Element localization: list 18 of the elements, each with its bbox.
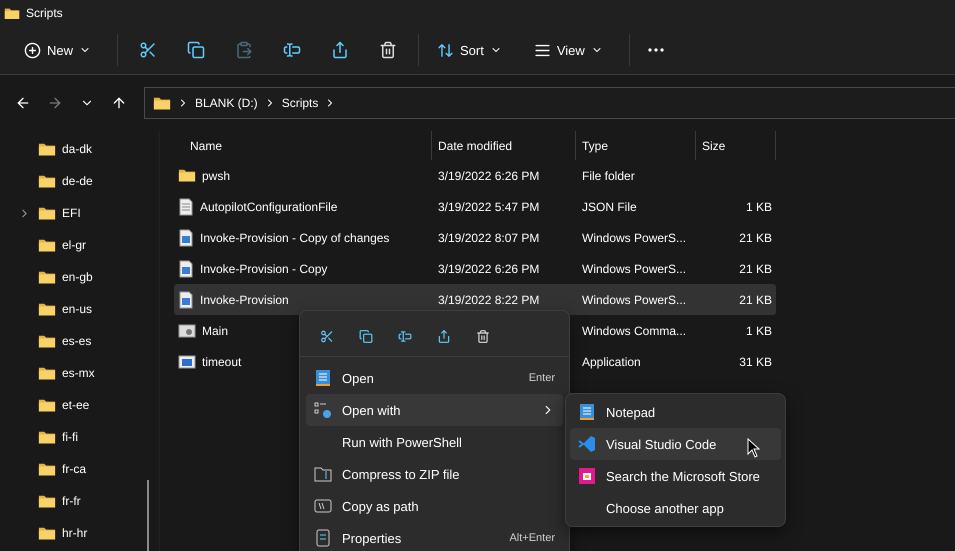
type-cell-text: Windows PowerS... — [581, 230, 688, 246]
date-cell-text: 3/19/2022 8:07 PM — [437, 230, 540, 246]
date-cell-text: 3/19/2022 6:26 PM — [437, 168, 540, 184]
size-cell-text: 1 KB — [744, 322, 773, 340]
size-cell-text: 31 KB — [738, 354, 773, 370]
type-cell: Windows PowerS... — [576, 284, 696, 315]
type-cell-text: Windows Comma... — [581, 322, 688, 340]
date-cell-text: 3/19/2022 6:26 PM — [437, 260, 540, 278]
type-cell-text: Windows PowerS... — [581, 260, 688, 278]
type-cell-text: Application — [581, 354, 642, 370]
size-cell-text: 21 KB — [738, 230, 773, 246]
size-cell: 21 KB — [696, 284, 776, 315]
type-cell-text: JSON File — [581, 198, 638, 216]
window-title: Scripts — [26, 6, 63, 20]
date-cell-text: 3/19/2022 5:47 PM — [437, 198, 540, 216]
size-cell-text: 21 KB — [738, 260, 773, 278]
size-cell-text: 1 KB — [744, 198, 773, 216]
type-cell-text: File folder — [581, 168, 636, 184]
